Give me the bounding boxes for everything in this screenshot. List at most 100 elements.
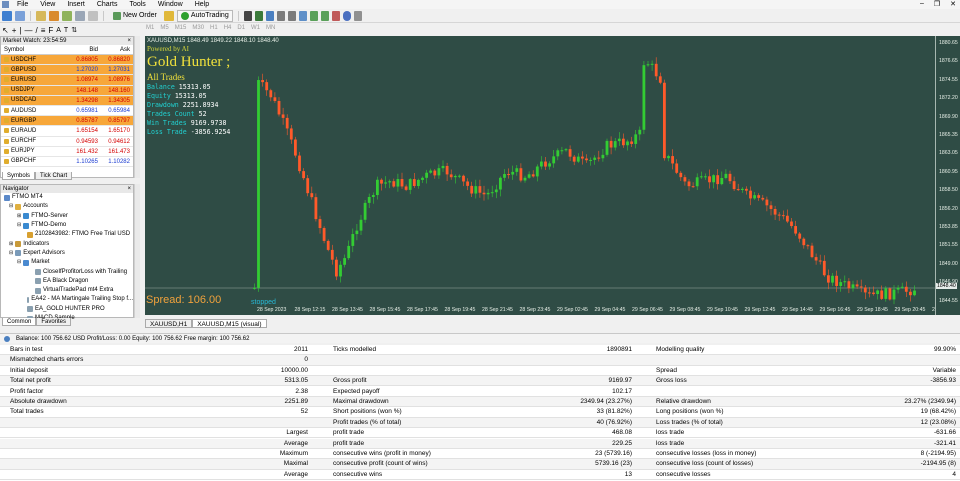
tab-favorites[interactable]: Favorites — [36, 318, 72, 326]
autoscroll-icon[interactable] — [320, 10, 329, 21]
tab-chart-xauusd-m15-visual[interactable]: XAUUSD,M15 (visual) — [192, 319, 267, 328]
tile-windows-icon[interactable] — [298, 10, 307, 21]
market-watch-row[interactable]: USDCAD 1.34298 1.34305 — [1, 95, 133, 106]
tester-icon[interactable] — [88, 10, 98, 21]
zoom-in-icon[interactable] — [276, 10, 285, 21]
collapse-icon[interactable]: ⊟ — [17, 258, 21, 267]
zoom-out-icon[interactable] — [287, 10, 296, 21]
market-watch-row[interactable]: USDJPY 148.148 148.160 — [1, 85, 133, 96]
timeframe-w1[interactable]: W1 — [251, 25, 260, 31]
menu-file[interactable]: File — [11, 0, 34, 9]
tab-tick-chart[interactable]: Tick Chart — [35, 172, 73, 180]
collapse-icon[interactable]: ⊟ — [9, 202, 13, 211]
market-watch-scrollbar[interactable] — [134, 36, 140, 178]
timeframe-mn[interactable]: MN — [266, 25, 275, 31]
auto-trading-button[interactable]: AutoTrading — [176, 9, 233, 22]
market-watch-row[interactable]: EURJPY 161.432 161.473 — [1, 147, 133, 157]
market-watch-row[interactable]: EURUSD 1.08974 1.08976 — [1, 75, 133, 86]
restore-icon[interactable]: ❐ — [934, 0, 940, 8]
timeframe-m1[interactable]: M1 — [146, 25, 154, 31]
market-watch-row[interactable]: EURAUD 1.65154 1.65170 — [1, 126, 133, 137]
timeframe-m5[interactable]: M5 — [160, 25, 168, 31]
col-symbol[interactable]: Symbol — [1, 45, 67, 54]
menu-help[interactable]: Help — [189, 0, 215, 9]
tab-symbols[interactable]: Symbols — [2, 172, 36, 180]
report-value: -321.41 — [933, 439, 956, 447]
nav-item-account[interactable]: 2102843982: FTMO Free Trial USD — [1, 230, 133, 239]
new-order-button[interactable]: New Order — [109, 10, 161, 22]
timeframe-d1[interactable]: D1 — [237, 25, 245, 31]
menu-charts[interactable]: Charts — [91, 0, 124, 9]
nav-item-indicators[interactable]: ⊞ Indicators — [1, 239, 133, 248]
chart-shift-icon[interactable] — [309, 10, 318, 21]
symbol-cell: USDJPY — [1, 86, 67, 95]
market-watch-row[interactable]: EURCHF 0.94593 0.94612 — [1, 137, 133, 147]
metaeditor-icon[interactable] — [163, 10, 174, 21]
cursor-icon[interactable]: ↖ — [2, 26, 9, 35]
data-window-icon[interactable] — [49, 10, 59, 21]
indicators-icon[interactable] — [331, 10, 340, 21]
nav-item-market[interactable]: ⊟ Market — [1, 258, 133, 267]
timeframe-m30[interactable]: M30 — [192, 25, 204, 31]
text-tool-icon[interactable]: A — [56, 27, 61, 34]
minimize-icon[interactable]: – — [920, 0, 924, 8]
tab-chart-xauusd-h1[interactable]: XAUUSD,H1 — [145, 319, 193, 328]
nav-item-accounts[interactable]: ⊟ Accounts — [1, 202, 133, 211]
navigator-scrollbar[interactable] — [134, 184, 140, 318]
tab-common[interactable]: Common — [2, 318, 37, 326]
terminal-icon[interactable] — [75, 10, 85, 21]
profiles-icon[interactable] — [15, 10, 25, 21]
trendline-icon[interactable]: / — [35, 26, 37, 35]
candle-body — [671, 156, 674, 164]
close-icon[interactable]: ✕ — [950, 0, 956, 8]
nav-item-ftmo-server[interactable]: ⊞ FTMO-Server — [1, 212, 133, 221]
arrows-icon[interactable]: ⇅ — [71, 26, 77, 34]
timeframe-h4[interactable]: H4 — [224, 25, 232, 31]
expand-icon[interactable]: ⊞ — [9, 240, 13, 249]
nav-item-terminal[interactable]: FTMO MT4 — [1, 193, 133, 202]
nav-item-ea[interactable]: VirtualTradePad mt4 Extra — [1, 286, 133, 295]
close-icon[interactable]: × — [127, 37, 131, 45]
menu-tools[interactable]: Tools — [123, 0, 151, 9]
bar-chart-icon[interactable] — [243, 10, 252, 21]
close-icon[interactable]: × — [127, 185, 131, 193]
market-watch-row[interactable]: GBPUSD 1.27020 1.27031 — [1, 65, 133, 76]
collapse-icon[interactable]: ⊟ — [9, 249, 13, 258]
templates-icon[interactable] — [353, 10, 362, 21]
menu-window[interactable]: Window — [152, 0, 189, 9]
new-chart-icon[interactable] — [2, 10, 12, 21]
chart-window[interactable]: XAUUSD,M15 1848.49 1849.22 1848.10 1848.… — [145, 36, 935, 315]
expand-icon[interactable]: ⊞ — [17, 212, 21, 221]
nav-item-ftmo-demo[interactable]: ⊟ FTMO-Demo — [1, 221, 133, 230]
nav-item-expert-advisors[interactable]: ⊟ Expert Advisors — [1, 249, 133, 258]
menu-view[interactable]: View — [34, 0, 61, 9]
line-chart-icon[interactable] — [265, 10, 274, 21]
market-watch-row[interactable]: EURGBP 0.85787 0.85797 — [1, 116, 133, 127]
periods-icon[interactable] — [342, 10, 351, 21]
price-axis[interactable]: 1848.40 1880.65 1876.65 1874.55 1872.20 1869… — [935, 36, 960, 315]
nav-item-ea[interactable]: CloseIfProfitorLoss with Trailing — [1, 267, 133, 276]
ea-title: Gold Hunter ; — [147, 54, 231, 70]
channel-icon[interactable]: ≡ — [41, 26, 46, 35]
nav-item-ea[interactable]: EA_GOLD HUNTER PRO — [1, 305, 133, 314]
horizontal-line-icon[interactable]: — — [24, 26, 32, 35]
market-watch-row[interactable]: GBPCHF 1.10265 1.10282 — [1, 157, 133, 168]
crosshair-icon[interactable]: + — [12, 26, 17, 35]
col-bid[interactable]: Bid — [67, 45, 101, 54]
navigator-icon[interactable] — [62, 10, 72, 21]
timeframe-h1[interactable]: H1 — [210, 25, 218, 31]
market-watch-icon[interactable] — [36, 10, 46, 21]
collapse-icon[interactable]: ⊟ — [17, 221, 21, 230]
market-watch-row[interactable]: USDCHF 0.86805 0.86820 — [1, 55, 133, 66]
time-tick-label: 28 Sep 12:15 — [294, 307, 326, 313]
candlesticks-icon[interactable] — [254, 10, 263, 21]
menu-insert[interactable]: Insert — [61, 0, 91, 9]
market-watch-row[interactable]: AUDUSD 0.65981 0.65984 — [1, 106, 133, 117]
fibonacci-icon[interactable]: F — [48, 26, 53, 35]
label-tool-icon[interactable]: T — [64, 27, 68, 34]
col-ask[interactable]: Ask — [101, 45, 133, 54]
nav-item-ea[interactable]: EA Black Dragon — [1, 277, 133, 286]
vertical-line-icon[interactable]: | — [19, 26, 21, 35]
nav-item-ea[interactable]: EA42 - MA Martingale Trailing Stop f... — [1, 295, 133, 304]
timeframe-m15[interactable]: M15 — [175, 25, 187, 31]
